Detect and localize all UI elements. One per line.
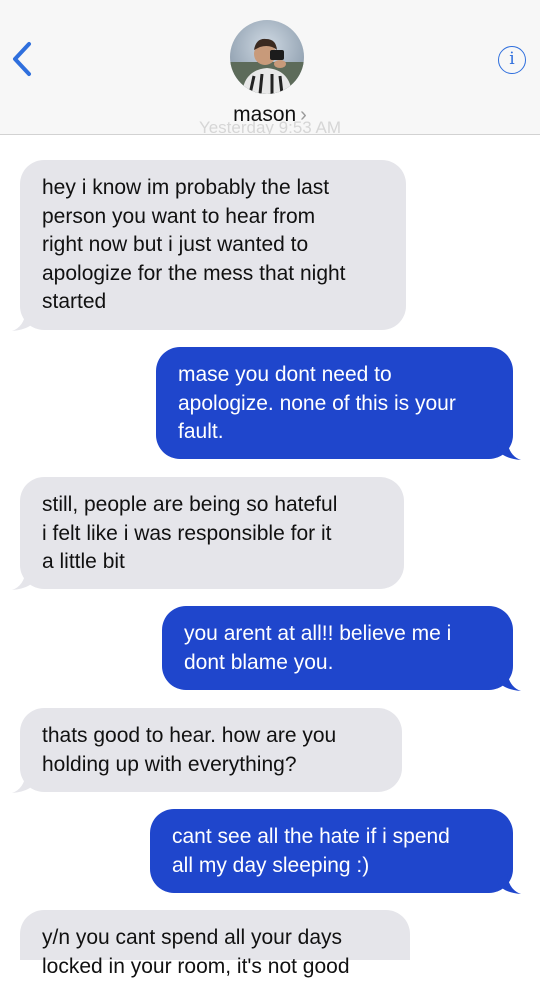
message-bubble-received[interactable]: y/n you cant spend all your days locked … — [20, 910, 410, 978]
message-text: cant see all the hate if i spend all my … — [172, 825, 450, 877]
message-text: mase you dont need to apologize. none of… — [178, 363, 456, 443]
contact-name-button[interactable]: mason › — [0, 103, 540, 127]
message-bubble-received[interactable]: thats good to hear. how are you holding … — [12, 708, 402, 793]
chevron-right-icon: › — [300, 104, 307, 126]
message-bubble-received[interactable]: still, people are being so hateful i fel… — [12, 477, 404, 590]
message-text: still, people are being so hateful i fel… — [42, 493, 338, 573]
contact-avatar[interactable] — [230, 20, 304, 94]
message-bubble-received[interactable]: hey i know im probably the last person y… — [12, 160, 406, 331]
message-bubble-sent[interactable]: mase you dont need to apologize. none of… — [156, 347, 521, 460]
message-bubble-sent[interactable]: cant see all the hate if i spend all my … — [150, 809, 521, 894]
message-text: thats good to hear. how are you holding … — [42, 724, 337, 776]
message-text: hey i know im probably the last person y… — [42, 176, 346, 313]
info-icon[interactable]: i — [498, 46, 526, 74]
chevron-left-icon[interactable] — [10, 40, 34, 78]
message-text: you arent at all!! believe me i dont bla… — [184, 622, 452, 674]
conversation-header: Yesterday 9:53 AM mason › i — [0, 0, 540, 135]
message-text: y/n you cant spend all your days locked … — [42, 926, 350, 978]
message-bubble-sent[interactable]: you arent at all!! believe me i dont bla… — [162, 606, 521, 691]
contact-name: mason — [233, 103, 297, 126]
